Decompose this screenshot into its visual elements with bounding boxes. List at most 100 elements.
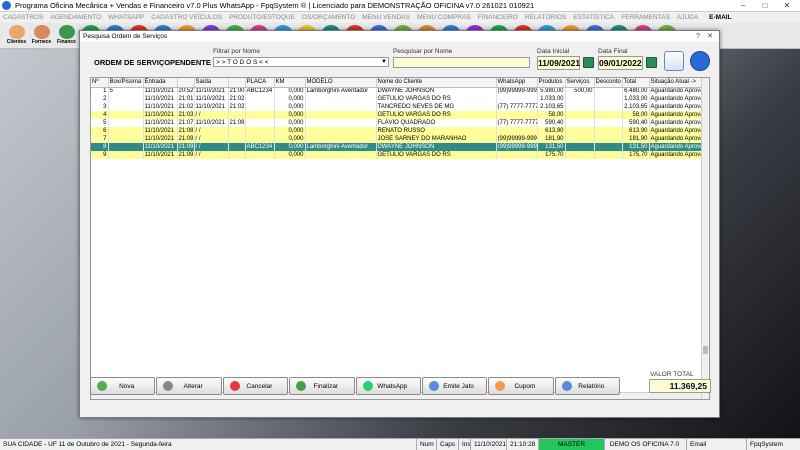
vertical-scrollbar[interactable] bbox=[701, 78, 709, 399]
status-brand: FpqSystem bbox=[746, 439, 800, 450]
table-cell: 1 bbox=[91, 87, 109, 95]
relatorio-button[interactable]: Relatório bbox=[554, 377, 620, 395]
menu-item[interactable]: FINANCEIRO bbox=[478, 14, 518, 21]
menu-item[interactable]: CADASTROS bbox=[3, 14, 43, 21]
button-label: Cupom bbox=[514, 382, 536, 390]
table-cell: 11/10/2021 bbox=[194, 87, 229, 95]
menu-item[interactable]: PRODUTO/ESTOQUE bbox=[229, 14, 295, 21]
window-controls: – □ ✕ bbox=[732, 0, 798, 11]
table-row[interactable]: 5 11/10/2021 21:07 11/10/2021 21:08 0,000 FLÁV… bbox=[91, 119, 704, 127]
column-header[interactable]: Situação Atual -> bbox=[649, 78, 704, 88]
refresh-search-icon[interactable] bbox=[664, 51, 684, 71]
filter-select[interactable]: > > T O D O S < < ▼ bbox=[213, 57, 389, 67]
nova-button[interactable]: Nova bbox=[90, 377, 156, 395]
column-header[interactable]: Desconto bbox=[594, 78, 623, 88]
search-input[interactable] bbox=[393, 57, 530, 68]
action-buttons: Nova Alterar Cancelar Finalizar WhatsApp Emit… bbox=[90, 377, 620, 395]
button-label: Emite Jato bbox=[443, 382, 474, 390]
column-header[interactable]: MODELO bbox=[305, 78, 377, 88]
whatsapp-icon bbox=[362, 381, 373, 391]
app-logo-icon bbox=[2, 1, 11, 10]
table-cell: / / bbox=[194, 143, 229, 151]
column-header[interactable]: PLACA bbox=[245, 78, 275, 88]
column-header[interactable] bbox=[177, 78, 195, 88]
date-start-label: Data Inicial bbox=[537, 48, 570, 55]
dialog-title-bar: Pesquisa Ordem de Serviços ? ✕ bbox=[80, 31, 719, 42]
status-email[interactable]: Email bbox=[686, 439, 712, 450]
column-header[interactable]: KM bbox=[274, 78, 306, 88]
toolbar-financeiro-button[interactable]: Finance bbox=[54, 23, 79, 48]
menu-item[interactable]: AGENDAMENTO bbox=[50, 14, 101, 21]
column-header[interactable]: Total bbox=[622, 78, 650, 88]
cancel-icon bbox=[229, 381, 240, 391]
table-cell bbox=[565, 119, 595, 127]
table-row[interactable]: 8 11/10/2021 21:09/ / ABC1234 0,000 Lamborghi… bbox=[91, 143, 704, 151]
maximize-icon[interactable]: □ bbox=[754, 0, 776, 11]
table-cell: 21:01 bbox=[177, 95, 195, 103]
table-cell: 5 bbox=[91, 119, 109, 127]
table-cell bbox=[594, 87, 623, 95]
chevron-down-icon: ▼ bbox=[381, 59, 387, 65]
column-header[interactable]: Box/Pissma bbox=[108, 78, 144, 88]
column-header[interactable] bbox=[228, 78, 246, 88]
emite-jato-button[interactable]: Emite Jato bbox=[421, 377, 488, 395]
column-header[interactable]: WhatsApp bbox=[496, 78, 538, 88]
table-cell: 11/10/2021 bbox=[143, 111, 178, 119]
toolbar-fornecedores-button[interactable]: Fornece bbox=[29, 23, 54, 48]
arrow-right-icon[interactable] bbox=[690, 51, 710, 71]
table-cell: 21:09 bbox=[177, 151, 195, 159]
search-label: Pesquisar por Nome bbox=[393, 48, 453, 55]
menu-item[interactable]: RELATÓRIOS bbox=[525, 14, 566, 21]
minimize-icon[interactable]: – bbox=[732, 0, 754, 11]
calendar-start-icon[interactable] bbox=[583, 57, 594, 68]
toolbar-clientes-button[interactable]: Clientes bbox=[4, 23, 29, 48]
table-cell bbox=[594, 95, 623, 103]
alterar-button[interactable]: Alterar bbox=[156, 377, 222, 395]
date-end-field[interactable]: 09/01/2022 bbox=[598, 56, 643, 70]
menu-item[interactable]: MENU VENDAS bbox=[362, 14, 410, 21]
table-row[interactable]: 1 5 11/10/2021 20:52 11/10/2021 21:00 ABC1234 0… bbox=[91, 87, 704, 95]
table-row[interactable]: 4 11/10/2021 21:03/ / 0,000 GETULIO VARGAS D… bbox=[91, 111, 704, 119]
scrollbar-thumb[interactable] bbox=[703, 346, 708, 354]
close-icon[interactable]: ✕ bbox=[704, 31, 716, 42]
table-row[interactable]: 6 11/10/2021 21:08/ / 0,000 RENATO RUSSO 613,… bbox=[91, 127, 704, 135]
table-row[interactable]: 7 11/10/2021 21:09/ / 0,000 JOSÉ SARNEY DO M… bbox=[91, 135, 704, 143]
table-cell bbox=[496, 111, 538, 119]
status-caps: Caps bbox=[436, 439, 458, 450]
whatsapp-button[interactable]: WhatsApp bbox=[355, 377, 421, 395]
table-row[interactable]: 3 11/10/2021 21:02 11/10/2021 21:02 0,000 TANC… bbox=[91, 103, 704, 111]
table-cell: 175,70 bbox=[537, 151, 566, 159]
help-icon[interactable]: ? bbox=[692, 31, 704, 42]
column-header[interactable]: Serviços bbox=[565, 78, 595, 88]
column-header[interactable]: Nome do Cliente bbox=[376, 78, 497, 88]
menu-item[interactable]: MENU COMPRAS bbox=[417, 14, 471, 21]
close-icon[interactable]: ✕ bbox=[776, 0, 798, 11]
menu-item[interactable]: ESTATÍSTICA bbox=[573, 14, 614, 21]
table-row[interactable]: 9 11/10/2021 21:09/ / 0,000 GETULIO VARGAS D… bbox=[91, 151, 704, 159]
clients-icon bbox=[8, 25, 25, 39]
table-cell: 181,90 bbox=[622, 135, 650, 143]
table-cell: Aguardando Aprovaç bbox=[649, 95, 704, 103]
column-header[interactable]: Produtos bbox=[537, 78, 566, 88]
calendar-end-icon[interactable] bbox=[646, 57, 657, 68]
menu-item[interactable]: WHATSAPP bbox=[108, 14, 144, 21]
date-start-field[interactable]: 11/09/2021 bbox=[537, 56, 580, 70]
finalizar-button[interactable]: Finalizar bbox=[289, 377, 355, 395]
column-header[interactable]: Saída bbox=[194, 78, 229, 88]
table-cell: 7 bbox=[91, 135, 109, 143]
column-header[interactable]: Entrada bbox=[143, 78, 178, 88]
menu-item-email[interactable]: E-MAIL bbox=[709, 14, 731, 21]
menu-item[interactable]: OS/ORÇAMENTO bbox=[302, 14, 355, 21]
table-cell: DWAYNE JOHNSON bbox=[376, 143, 497, 151]
status-num: Num bbox=[416, 439, 437, 450]
menu-item[interactable]: CADASTRO VEÍCULOS bbox=[151, 14, 222, 21]
table-cell: GETULIO VARGAS DO RS bbox=[376, 95, 497, 103]
cancelar-button[interactable]: Cancelar bbox=[222, 377, 289, 395]
app-title-bar: Programa Oficina Mecânica + Vendas e Fin… bbox=[0, 0, 800, 12]
os-table: Nº Box/Pissma Entrada Saída PLACA KM MODELO Nom… bbox=[90, 77, 710, 400]
menu-item[interactable]: AJUDA bbox=[677, 14, 698, 21]
menu-item[interactable]: FERRAMENTAS bbox=[621, 14, 670, 21]
cupom-button[interactable]: Cupom bbox=[488, 377, 554, 395]
column-header[interactable]: Nº bbox=[91, 78, 109, 88]
table-row[interactable]: 2 11/10/2021 21:01 11/10/2021 21:02 0,000 GETU… bbox=[91, 95, 704, 103]
